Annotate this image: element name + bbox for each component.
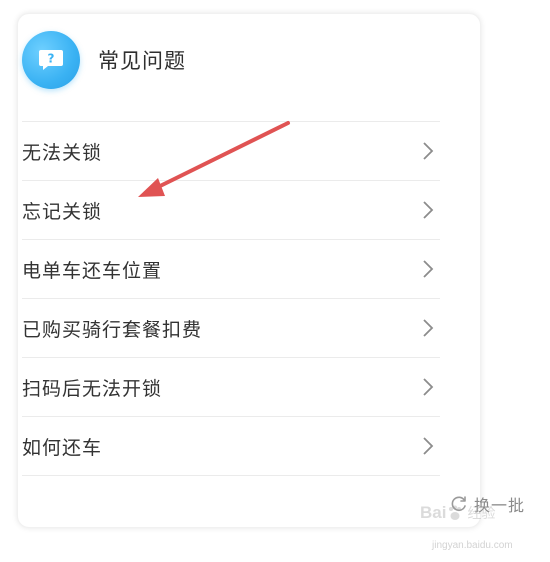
chevron-right-icon	[423, 201, 434, 219]
page: ? 常见问题 无法关锁 忘记关锁 电单车还车位置 已购买骑行套餐扣费 扫码后无法…	[0, 0, 550, 562]
faq-item-label: 扫码后无法开锁	[22, 377, 163, 400]
faq-list: 无法关锁 忘记关锁 电单车还车位置 已购买骑行套餐扣费 扫码后无法开锁 如何还车	[22, 121, 440, 476]
chevron-right-icon	[423, 319, 434, 337]
watermark-url: jingyan.baidu.com	[432, 540, 513, 551]
faq-item-label: 如何还车	[22, 436, 103, 459]
svg-text:?: ?	[48, 52, 55, 66]
baidu-jingyan-watermark: Bai 经验	[420, 503, 495, 523]
faq-item-package-charge[interactable]: 已购买骑行套餐扣费	[22, 298, 440, 357]
watermark-brand: Bai	[420, 503, 447, 522]
faq-item-label: 忘记关锁	[22, 200, 103, 223]
chevron-right-icon	[423, 437, 434, 455]
faq-item-label: 已购买骑行套餐扣费	[22, 318, 203, 341]
faq-item-cannot-lock[interactable]: 无法关锁	[22, 121, 440, 180]
watermark-jingyan: 经验	[467, 506, 496, 522]
faq-header: ? 常见问题	[22, 30, 186, 90]
paw-icon	[449, 505, 462, 520]
question-chat-icon: ?	[22, 31, 80, 89]
faq-item-label: 电单车还车位置	[22, 259, 163, 282]
faq-item-label: 无法关锁	[22, 141, 103, 164]
chevron-right-icon	[423, 142, 434, 160]
chevron-right-icon	[423, 260, 434, 278]
faq-title: 常见问题	[98, 49, 186, 73]
faq-item-how-to-return[interactable]: 如何还车	[22, 416, 440, 476]
faq-item-scan-cannot-unlock[interactable]: 扫码后无法开锁	[22, 357, 440, 416]
chevron-right-icon	[423, 378, 434, 396]
faq-item-forgot-lock[interactable]: 忘记关锁	[22, 180, 440, 239]
faq-item-ebike-return-location[interactable]: 电单车还车位置	[22, 239, 440, 298]
